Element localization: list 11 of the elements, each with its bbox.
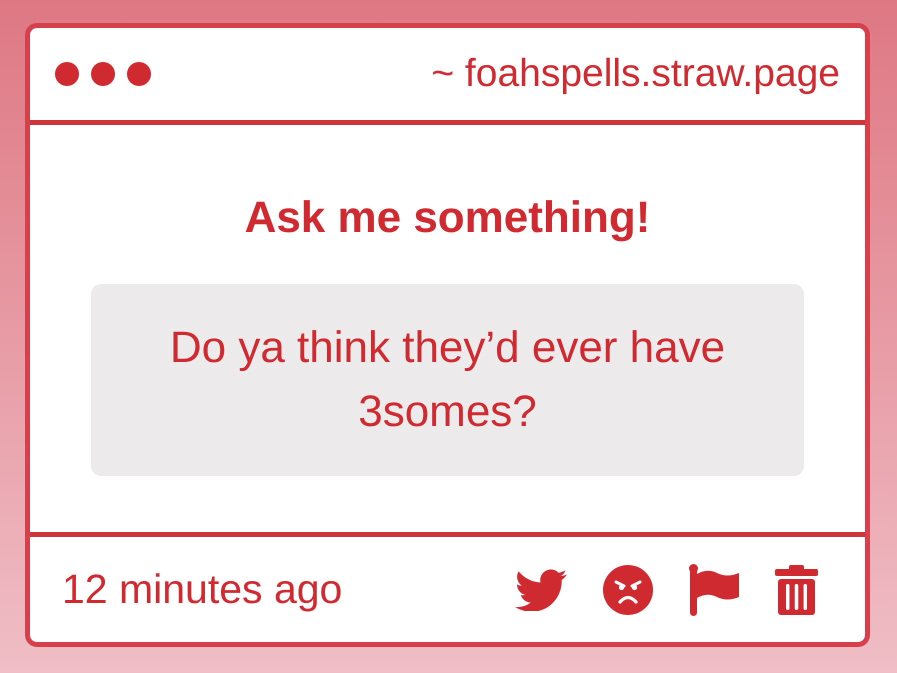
prompt-title: Ask me something!	[244, 192, 650, 244]
window-dot-icon	[55, 62, 79, 86]
window-dot-icon	[91, 62, 115, 86]
timestamp-text: 12 minutes ago	[62, 566, 342, 613]
angry-face-icon[interactable]	[603, 564, 653, 614]
window-dot-icon	[127, 62, 151, 86]
flag-icon[interactable]	[689, 564, 739, 616]
bird-icon[interactable]	[515, 568, 567, 611]
trash-icon[interactable]	[775, 564, 818, 614]
url-text: ~ foahspells.straw.page	[431, 52, 840, 96]
question-card: Do ya think they’d ever have 3somes?	[91, 284, 804, 476]
